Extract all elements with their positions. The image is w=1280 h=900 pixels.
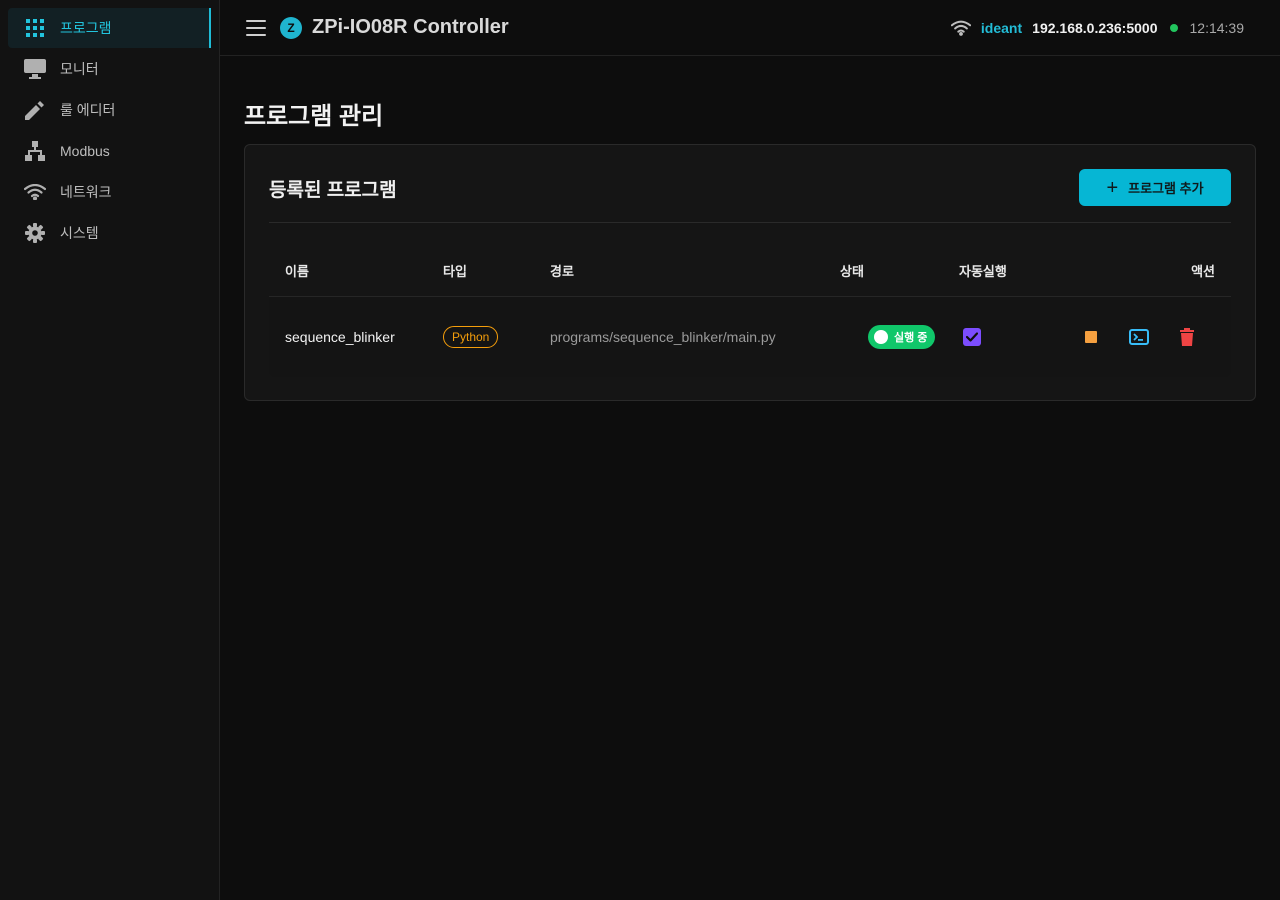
sidebar: 프로그램 모니터 룰 에디터 Modbus 네트워크 시스템 <box>0 0 220 900</box>
stop-icon <box>1085 331 1097 343</box>
menu-icon[interactable] <box>246 19 266 36</box>
row-actions <box>1079 297 1199 377</box>
grid-icon <box>24 17 46 39</box>
page-title: 프로그램 관리 <box>244 103 384 130</box>
monitor-icon <box>24 58 46 80</box>
toggle-knob <box>874 330 888 344</box>
terminal-button[interactable] <box>1127 325 1151 349</box>
column-header-path: 경로 <box>550 264 574 279</box>
top-bar: Z ZPi-IO08R Controller ideant 192.168.0.… <box>220 0 1280 56</box>
wifi-icon <box>24 181 46 203</box>
type-badge: Python <box>443 326 499 348</box>
ip-address: 192.168.0.236:5000 <box>1032 20 1158 36</box>
online-indicator <box>1169 24 1178 32</box>
delete-button[interactable] <box>1175 325 1199 349</box>
program-name: sequence_blinker <box>285 329 395 345</box>
app-logo: Z <box>280 16 302 39</box>
card-title: 등록된 프로그램 <box>269 180 397 201</box>
clock: 12:14:39 <box>1189 20 1245 36</box>
sidebar-item-monitor[interactable]: 모니터 <box>8 49 211 89</box>
pencil-icon <box>24 99 46 121</box>
sidebar-item-rule-editor[interactable]: 룰 에디터 <box>8 90 211 130</box>
check-icon <box>966 332 978 342</box>
program-path: programs/sequence_blinker/main.py <box>550 329 776 345</box>
sidebar-item-label: 프로그램 <box>60 20 112 36</box>
autorun-checkbox[interactable] <box>963 328 981 346</box>
column-header-actions: 액션 <box>1191 264 1215 279</box>
hostname: ideant <box>980 20 1023 36</box>
sidebar-item-programs[interactable]: 프로그램 <box>8 8 211 48</box>
programs-card: 등록된 프로그램 + 프로그램 추가 이름 타입 경로 상태 자동실행 액션 s… <box>244 144 1256 401</box>
table-row: sequence_blinker Python programs/sequenc… <box>269 297 1231 377</box>
sidebar-item-network[interactable]: 네트워크 <box>8 172 211 212</box>
network-tree-icon <box>24 140 46 162</box>
sidebar-item-label: 모니터 <box>60 61 99 77</box>
card-header: 등록된 프로그램 + 프로그램 추가 <box>269 169 1231 223</box>
sidebar-item-label: 네트워크 <box>60 184 112 200</box>
sidebar-item-label: 룰 에디터 <box>60 102 116 118</box>
sidebar-item-label: Modbus <box>60 143 110 159</box>
sidebar-item-system[interactable]: 시스템 <box>8 213 211 253</box>
sidebar-item-modbus[interactable]: Modbus <box>8 131 211 171</box>
sidebar-item-label: 시스템 <box>60 225 99 241</box>
app-title: ZPi-IO08R Controller <box>312 16 509 38</box>
terminal-icon <box>1129 329 1149 345</box>
stop-button[interactable] <box>1079 325 1103 349</box>
status-label: 실행 중 <box>894 332 928 344</box>
wifi-status-icon <box>950 20 971 36</box>
gear-icon <box>24 222 46 244</box>
add-program-label: 프로그램 추가 <box>1128 181 1204 196</box>
trash-icon <box>1180 328 1194 346</box>
column-header-autorun: 자동실행 <box>959 264 1007 279</box>
add-program-button[interactable]: + 프로그램 추가 <box>1079 169 1231 206</box>
plus-icon: + <box>1106 176 1119 199</box>
connection-status: ideant 192.168.0.236:5000 12:14:39 <box>950 0 1245 56</box>
column-header-name: 이름 <box>285 264 309 279</box>
column-header-type: 타입 <box>443 264 467 279</box>
table-header: 이름 타입 경로 상태 자동실행 액션 <box>269 245 1231 297</box>
column-header-status: 상태 <box>840 264 864 279</box>
status-toggle[interactable]: 실행 중 <box>868 325 936 349</box>
